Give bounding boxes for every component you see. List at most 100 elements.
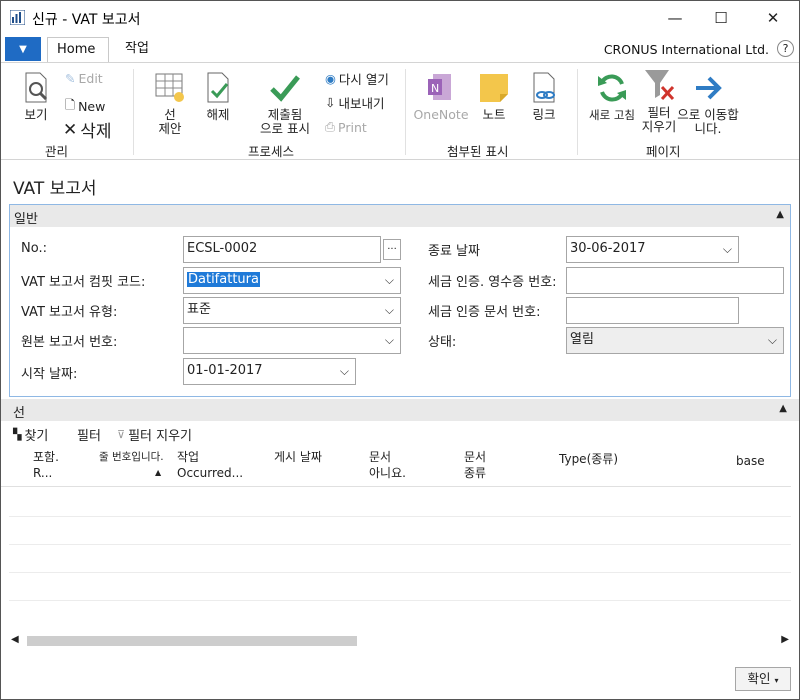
mark-submitted-label-1: 제출됨	[267, 107, 303, 122]
filter-button[interactable]: 필터	[77, 425, 101, 444]
scroll-left-icon[interactable]: ◀	[11, 634, 19, 645]
column-header-text: base	[736, 454, 765, 468]
column-header-base[interactable]: base	[736, 453, 765, 469]
view-label: 보기	[24, 107, 48, 122]
status-field[interactable]: 열림 ⌵	[566, 327, 784, 354]
release-button[interactable]: 해제	[201, 71, 235, 122]
release-label: 해제	[206, 107, 230, 122]
table-row[interactable]	[9, 600, 791, 601]
table-row[interactable]	[9, 516, 791, 517]
group-label-attachments: 첨부된 표시	[447, 144, 509, 159]
column-header-line-no[interactable]: 줄 번호입니다. ▲	[99, 449, 164, 481]
collapse-icon[interactable]: ▲	[776, 209, 784, 220]
end-date-value: 30-06-2017	[570, 241, 646, 256]
help-button[interactable]: ?	[777, 40, 794, 57]
horizontal-scrollbar[interactable]: ◀ ▶	[9, 633, 791, 650]
refresh-button[interactable]: 새로 고침	[587, 71, 637, 122]
config-code-field[interactable]: Datifattura ⌵	[183, 267, 401, 294]
minimize-button[interactable]: —	[652, 1, 698, 35]
report-type-field[interactable]: 표준 ⌵	[183, 297, 401, 324]
mark-submitted-button[interactable]: 제출됨 으로 표시	[255, 71, 315, 136]
new-document-icon: 🗋	[65, 97, 76, 112]
tax-document-no-field[interactable]	[566, 297, 739, 324]
vat-report-window: 신규 - VAT 보고서 — ☐ ✕ ▼ Home 키 작업 CRONUS In…	[0, 0, 800, 700]
export-label: 내보내기	[338, 96, 385, 111]
lines-section-header[interactable]: 선 ▲	[1, 399, 799, 421]
export-button[interactable]: ⇩ 내보내기	[325, 93, 385, 112]
scrollbar-thumb[interactable]	[27, 636, 357, 646]
chevron-down-icon[interactable]: ⌵	[768, 328, 777, 352]
title-bar: 신규 - VAT 보고서 — ☐ ✕	[1, 1, 799, 35]
table-row[interactable]	[9, 572, 791, 573]
new-button[interactable]: 🗋 New	[65, 96, 105, 117]
scroll-right-icon[interactable]: ▶	[781, 634, 789, 645]
table-row[interactable]	[9, 544, 791, 545]
chevron-down-icon[interactable]: ⌵	[340, 359, 349, 383]
tax-receipt-no-label: 세금 인증. 영수증 번호:	[428, 275, 557, 290]
suggest-lines-icon	[155, 73, 184, 102]
no-field[interactable]: ECSL-0002	[183, 236, 381, 263]
column-header-text: 작업	[177, 450, 200, 464]
column-header-text: 종류	[464, 466, 487, 480]
collapse-icon[interactable]: ▲	[779, 403, 787, 414]
onenote-button[interactable]: N OneNote	[413, 71, 469, 122]
column-header-document-no[interactable]: 문서 아니요.	[369, 449, 406, 481]
clear-filter-label-2: 지우기	[641, 119, 677, 134]
group-label-manage: 관리	[45, 144, 69, 159]
note-icon	[480, 74, 508, 102]
delete-button[interactable]: ✕ 삭제	[63, 117, 112, 143]
tab-home[interactable]: Home 키	[47, 37, 109, 81]
ok-label: 확인	[747, 671, 771, 686]
column-header-text: Type(종류)	[559, 452, 619, 466]
new-label: New	[78, 99, 106, 114]
notes-button[interactable]: 노트	[477, 71, 511, 122]
assist-edit-button[interactable]: ...	[383, 239, 401, 260]
column-header-text: 포함.	[33, 450, 59, 464]
arrow-right-icon	[696, 76, 722, 100]
column-header-type[interactable]: Type(종류)	[559, 451, 618, 467]
binoculars-icon: ▚	[13, 428, 22, 441]
find-button[interactable]: ▚ 찾기	[13, 425, 48, 444]
original-report-no-field[interactable]: ⌵	[183, 327, 401, 354]
column-header-include[interactable]: 포함. R...	[33, 449, 59, 481]
report-type-value: 표준	[187, 302, 211, 317]
start-date-field[interactable]: 01-01-2017 ⌵	[183, 358, 356, 385]
group-label-process: 프로세스	[248, 144, 295, 159]
chevron-down-icon[interactable]: ⌵	[385, 328, 394, 352]
ok-button[interactable]: 확인 ▾	[735, 667, 791, 691]
clear-filter-label-1: 필터	[647, 105, 671, 120]
tab-actions[interactable]: 작업	[125, 37, 149, 63]
column-header-operation-occurred[interactable]: 작업 Occurred...	[177, 449, 243, 481]
print-button[interactable]: ⎙ Print	[325, 119, 367, 135]
close-button[interactable]: ✕	[750, 1, 796, 35]
reopen-button[interactable]: ◉ 다시 열기	[325, 69, 389, 88]
start-date-value: 01-01-2017	[187, 363, 263, 378]
column-header-document-type[interactable]: 문서 종류	[464, 449, 486, 481]
clear-filter-lines-label: 필터 지우기	[128, 429, 192, 444]
column-header-text: 아니요.	[369, 466, 406, 480]
mark-submitted-label-2: 으로 표시	[260, 121, 310, 136]
suggest-lines-button[interactable]: 선 제안	[149, 71, 191, 136]
go-to-label-1: 으로 이동합	[677, 107, 739, 122]
file-menu-button[interactable]: ▼	[5, 37, 41, 61]
clear-filter-lines-button[interactable]: ⊽ 필터 지우기	[117, 425, 192, 444]
links-button[interactable]: 링크	[527, 71, 561, 122]
chevron-down-icon[interactable]: ⌵	[385, 298, 394, 322]
delete-icon: ✕	[63, 119, 78, 140]
chevron-down-icon[interactable]: ⌵	[385, 268, 394, 292]
column-header-text: R...	[33, 466, 53, 480]
general-section-header[interactable]: 일반 ▲	[10, 205, 790, 227]
notes-label: 노트	[482, 107, 506, 122]
end-date-field[interactable]: 30-06-2017 ⌵	[566, 236, 739, 263]
dropdown-icon: ▼	[19, 43, 27, 55]
maximize-button[interactable]: ☐	[698, 1, 744, 35]
tax-receipt-no-field[interactable]	[566, 267, 784, 294]
go-to-button[interactable]: 으로 이동합 니다.	[675, 71, 741, 136]
view-button[interactable]: 보기	[19, 71, 53, 122]
edit-button[interactable]: ✎ Edit	[65, 71, 103, 86]
page-title: VAT 보고서	[13, 179, 97, 199]
clear-filter-button[interactable]: 필터 지우기	[639, 67, 679, 134]
chevron-down-icon[interactable]: ⌵	[723, 237, 732, 261]
column-header-posting-date[interactable]: 게시 날짜	[274, 449, 322, 465]
ribbon-separator	[133, 69, 134, 155]
